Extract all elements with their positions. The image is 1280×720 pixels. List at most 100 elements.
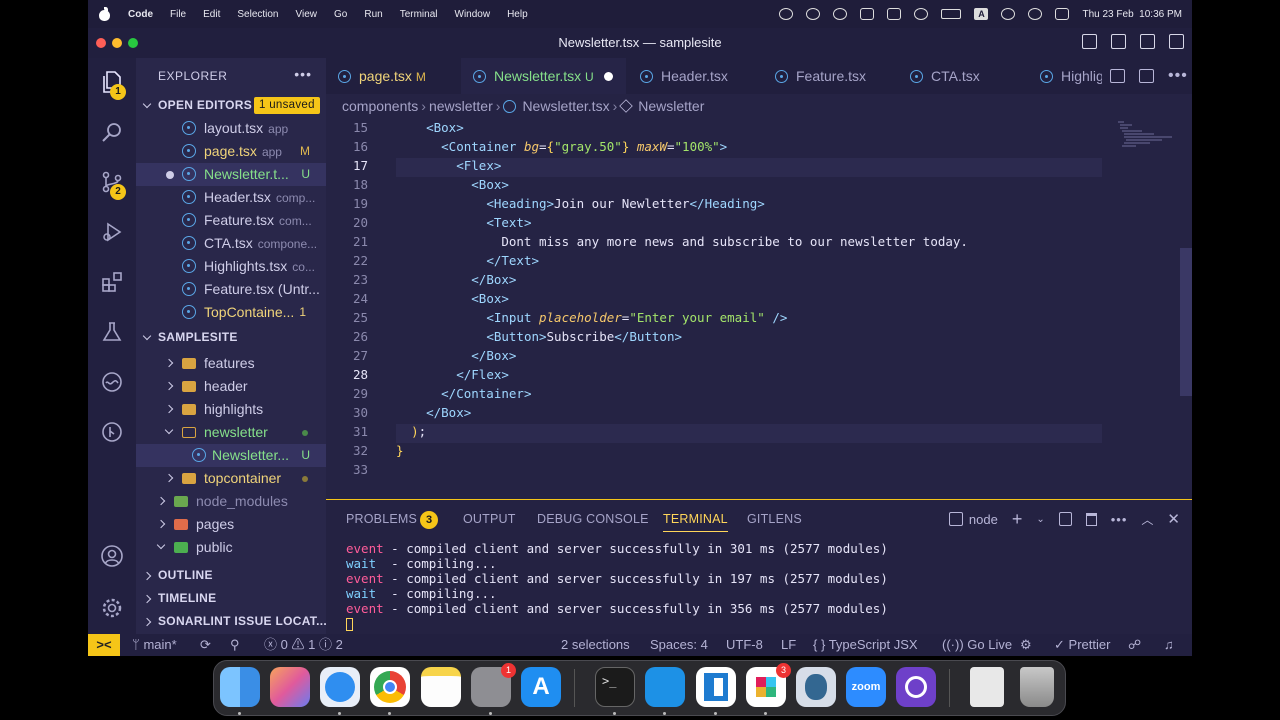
search-icon[interactable] xyxy=(100,120,124,144)
apple-icon[interactable] xyxy=(98,7,112,21)
menu-selection[interactable]: Selection xyxy=(237,9,278,20)
breadcrumb-item[interactable]: components xyxy=(342,98,418,114)
menu-go[interactable]: Go xyxy=(334,9,347,20)
minimap[interactable] xyxy=(1102,118,1192,438)
close-panel-icon[interactable]: ✕ xyxy=(1167,510,1180,528)
go-live-button[interactable]: ((·)) Go Live xyxy=(942,634,1012,656)
downloads-stack-icon[interactable] xyxy=(970,667,1004,707)
settings-gear-icon[interactable] xyxy=(100,596,124,620)
line-endings[interactable]: LF xyxy=(781,634,796,656)
status-icon-2[interactable] xyxy=(806,8,821,20)
zoom-icon[interactable]: zoom xyxy=(846,667,886,707)
open-editors-section[interactable]: OPEN EDITORS 1 unsaved xyxy=(136,94,326,117)
folder-item[interactable]: newsletter xyxy=(136,421,326,444)
system-settings-icon[interactable]: 1 xyxy=(471,663,516,707)
folder-item[interactable]: highlights xyxy=(136,398,326,421)
customize-layout-icon[interactable] xyxy=(1169,34,1184,49)
source-control-icon[interactable]: 2 xyxy=(100,170,126,200)
menu-help[interactable]: Help xyxy=(507,9,528,20)
spotlight-icon[interactable] xyxy=(1028,8,1043,20)
open-editor-item[interactable]: Highlights.tsx co... xyxy=(136,255,326,278)
terminal-app-icon[interactable]: >_ xyxy=(595,667,635,707)
trash-icon[interactable] xyxy=(1085,512,1097,526)
zoom-window-button[interactable] xyxy=(128,38,138,48)
github-desktop-icon[interactable] xyxy=(896,667,936,707)
terminal-prompt[interactable] xyxy=(346,616,888,631)
folder-item[interactable]: pages xyxy=(136,513,326,536)
pgadmin-icon[interactable] xyxy=(796,667,836,707)
toggle-panel-icon[interactable] xyxy=(1111,34,1126,49)
encoding[interactable]: UTF-8 xyxy=(726,634,763,656)
breadcrumb-item[interactable]: Newsletter.tsx xyxy=(522,98,609,114)
open-editor-item[interactable]: CTA.tsx compone... xyxy=(136,232,326,255)
notifications-bell-icon[interactable]: ♫ xyxy=(1164,634,1174,656)
input-source-icon[interactable]: A xyxy=(974,8,989,20)
run-debug-icon[interactable] xyxy=(100,220,124,244)
unsaved-dot-icon[interactable] xyxy=(604,72,613,81)
breadcrumb-item[interactable]: Newsletter xyxy=(638,98,704,114)
settings-sync-icon[interactable]: ⚙ xyxy=(1020,634,1032,656)
display-icon[interactable] xyxy=(887,8,902,20)
user-icon[interactable] xyxy=(914,8,929,20)
terminal-output[interactable]: event - compiled client and server succe… xyxy=(346,541,888,631)
status-icon-1[interactable] xyxy=(779,8,794,20)
problems-indicator[interactable]: ⓧ 0 ⚠ 1 ⓘ 2 xyxy=(264,634,343,656)
open-editor-item-active[interactable]: Newsletter.t... U xyxy=(136,163,326,186)
sync-icon[interactable]: ⟳ xyxy=(200,634,211,656)
menu-run[interactable]: Run xyxy=(364,9,382,20)
more-actions-icon[interactable]: ••• xyxy=(1111,512,1128,527)
open-editor-item[interactable]: Header.tsx comp... xyxy=(136,186,326,209)
prettier-status[interactable]: ✓ Prettier xyxy=(1054,634,1110,656)
file-item-active[interactable]: Newsletter... U xyxy=(136,444,326,467)
menu-window[interactable]: Window xyxy=(455,9,491,20)
more-actions-icon[interactable]: ••• xyxy=(294,66,312,82)
volume-icon[interactable] xyxy=(860,8,875,20)
safari-icon[interactable] xyxy=(320,667,360,707)
chrome-icon[interactable] xyxy=(370,667,410,707)
extensions-icon[interactable] xyxy=(100,270,124,294)
wifi-icon[interactable] xyxy=(1001,8,1016,20)
launchpad-icon[interactable] xyxy=(270,667,310,707)
menu-terminal[interactable]: Terminal xyxy=(400,9,438,20)
indentation[interactable]: Spaces: 4 xyxy=(650,634,708,656)
open-editor-item[interactable]: Feature.tsx (Untr... xyxy=(136,278,326,301)
folder-item[interactable]: features xyxy=(136,352,326,375)
folder-item[interactable]: header xyxy=(136,375,326,398)
selection-count[interactable]: 2 selections xyxy=(561,634,630,656)
compare-changes-icon[interactable] xyxy=(1110,69,1125,83)
chevron-down-icon[interactable]: ⌄ xyxy=(1036,514,1044,525)
finder-icon[interactable] xyxy=(220,667,260,707)
sonarlint-section[interactable]: SONARLINT ISSUE LOCAT... xyxy=(136,610,326,633)
more-actions-icon[interactable]: ••• xyxy=(1168,67,1188,85)
editor-scrollbar[interactable] xyxy=(1180,248,1192,396)
tab-header[interactable]: Header.tsx xyxy=(628,58,761,94)
trash-icon[interactable] xyxy=(1020,667,1054,707)
outline-section[interactable]: OUTLINE xyxy=(136,564,326,587)
menu-edit[interactable]: Edit xyxy=(203,9,220,20)
menu-view[interactable]: View xyxy=(296,9,318,20)
go-live-icon[interactable] xyxy=(100,370,124,394)
maximize-panel-icon[interactable]: ︿ xyxy=(1141,511,1153,528)
tab-problems[interactable]: PROBLEMS xyxy=(346,500,417,538)
menu-app-name[interactable]: Code xyxy=(128,9,153,20)
testing-icon[interactable] xyxy=(100,320,124,344)
toggle-sidebar-icon[interactable] xyxy=(1082,34,1097,49)
split-editor-icon[interactable] xyxy=(1139,69,1154,83)
tab-newsletter[interactable]: Newsletter.tsx U xyxy=(461,58,626,94)
menu-clock[interactable]: Thu 23 Feb 10:36 PM xyxy=(1082,9,1182,20)
project-section[interactable]: SAMPLESITE xyxy=(136,326,326,349)
slack-icon[interactable]: 3 xyxy=(746,663,791,707)
minimize-window-button[interactable] xyxy=(112,38,122,48)
tab-feature[interactable]: Feature.tsx xyxy=(763,58,896,94)
gitlens-icon[interactable] xyxy=(100,420,124,444)
folder-item[interactable]: topcontainer xyxy=(136,467,326,490)
code-editor[interactable]: 15 <Box> 16 <Container bg={"gray.50"} max… xyxy=(326,118,1192,503)
breadcrumb-item[interactable]: newsletter xyxy=(429,98,493,114)
tab-cta[interactable]: CTA.tsx xyxy=(898,58,1026,94)
status-icon-3[interactable] xyxy=(833,8,848,20)
tab-gitlens[interactable]: GITLENS xyxy=(747,500,802,538)
docker-icon[interactable] xyxy=(645,667,685,707)
folder-item[interactable]: node_modules xyxy=(136,490,326,513)
remote-indicator-icon[interactable]: >< xyxy=(88,634,120,656)
split-terminal-icon[interactable] xyxy=(1058,512,1072,526)
